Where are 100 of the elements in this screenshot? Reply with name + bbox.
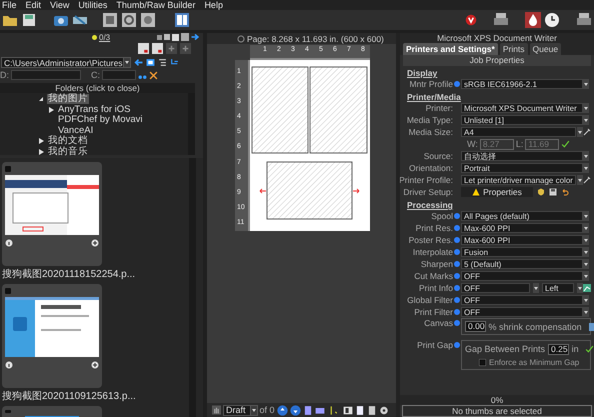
info-dot-icon xyxy=(454,213,460,219)
path-select[interactable]: C:\Users\Administrator\Pictures xyxy=(1,57,131,68)
minimum-gap-checkbox[interactable] xyxy=(479,358,486,366)
list-icon[interactable] xyxy=(158,58,167,67)
property-select[interactable]: Max-600 PPI xyxy=(461,223,583,233)
tool-icon[interactable] xyxy=(583,128,591,136)
undo-icon[interactable] xyxy=(561,188,569,196)
flame-icon[interactable] xyxy=(525,12,541,28)
property-select[interactable]: Fusion xyxy=(461,247,583,257)
status-dot-icon xyxy=(92,34,97,40)
drive-field[interactable] xyxy=(102,70,136,80)
property-select[interactable]: Let printer/driver manage color xyxy=(461,175,576,185)
folders-header[interactable]: Folders (click to close) xyxy=(0,83,195,93)
property-select[interactable]: OFF xyxy=(461,307,583,317)
property-select[interactable]: Max-600 PPI xyxy=(461,235,583,245)
thumbnail-card[interactable] xyxy=(2,284,102,388)
select-checkbox[interactable] xyxy=(5,410,11,413)
prev-page-icon[interactable] xyxy=(276,404,288,416)
document-icon[interactable] xyxy=(366,404,377,416)
screenshot-thumbnail[interactable] xyxy=(5,175,99,235)
app-icon[interactable] xyxy=(102,12,118,28)
mode-select[interactable]: Draft xyxy=(223,404,258,416)
minimum-gap-label: Enforce as Minimum Gap xyxy=(489,358,580,366)
view-large-icon[interactable] xyxy=(172,34,179,40)
tool-icon[interactable] xyxy=(583,176,591,184)
tab[interactable]: Prints xyxy=(500,43,528,55)
property-label: Printer: xyxy=(426,103,453,113)
shrink-field[interactable]: 0.00 xyxy=(465,321,486,332)
property-select[interactable]: 自动选择 xyxy=(461,151,583,161)
folder-label[interactable]: PDFChef by Movavi xyxy=(57,115,144,126)
property-select[interactable]: All Pages (default) xyxy=(461,211,583,221)
view-small-icon[interactable] xyxy=(157,34,162,40)
collapse-arrow-icon[interactable] xyxy=(38,96,44,102)
save-icon[interactable] xyxy=(549,188,557,196)
expand-arrow-icon[interactable] xyxy=(48,106,54,113)
folder-label[interactable]: VanceAI xyxy=(57,126,94,136)
panel-title: Job Properties xyxy=(403,55,591,66)
info-icon[interactable] xyxy=(5,239,13,247)
tree-icon[interactable] xyxy=(170,58,179,67)
property-select[interactable]: Portrait xyxy=(461,163,583,173)
radio-icon[interactable] xyxy=(237,34,245,42)
property-select[interactable]: Microsoft XPS Document Writer xyxy=(461,103,583,113)
position-select[interactable]: Left xyxy=(542,283,574,293)
save-icon[interactable] xyxy=(21,12,37,28)
property-label: Print Res. xyxy=(416,223,453,233)
chart-icon[interactable] xyxy=(583,284,591,292)
page-icon[interactable] xyxy=(302,404,313,416)
menu-item[interactable]: File xyxy=(2,0,17,10)
alert-badge-icon[interactable] xyxy=(465,14,477,26)
folder-label[interactable]: AnyTrans for iOS xyxy=(57,104,132,115)
thumbnail-card[interactable] xyxy=(2,162,102,266)
menu-item[interactable]: View xyxy=(50,0,70,10)
printer-icon[interactable] xyxy=(576,12,592,28)
property-select[interactable]: OFF xyxy=(461,271,583,281)
folder-label[interactable]: 我的图片 xyxy=(47,94,89,104)
spiral-icon[interactable] xyxy=(121,12,137,28)
status-message: No thumbs are selected xyxy=(402,405,592,417)
menu-item[interactable]: Help xyxy=(204,0,223,10)
printer-icon[interactable] xyxy=(493,12,509,28)
tab[interactable]: Printers and Settings* xyxy=(403,43,498,55)
folder-label[interactable]: 我的文档 xyxy=(47,136,89,146)
property-label: Print Info xyxy=(418,283,453,293)
info-dot-icon xyxy=(454,225,460,231)
property-select[interactable]: sRGB IEC61966-2.1 xyxy=(461,79,583,89)
select-checkbox[interactable] xyxy=(5,166,11,172)
arrow-right-icon[interactable] xyxy=(191,33,199,41)
check-icon[interactable] xyxy=(584,344,594,354)
folder-label[interactable]: 我的音乐 xyxy=(47,146,89,157)
select-checkbox[interactable] xyxy=(5,288,11,294)
document-icon[interactable] xyxy=(354,404,365,416)
menu-item[interactable]: Edit xyxy=(26,0,42,10)
menu-item[interactable]: Utilities xyxy=(78,0,108,10)
section-title: Display xyxy=(407,68,438,78)
property-select[interactable]: A4 xyxy=(461,127,576,137)
tab[interactable]: Queue xyxy=(530,43,562,55)
layout-icon[interactable] xyxy=(174,12,190,28)
property-label: Media Size: xyxy=(408,127,453,137)
shield-icon[interactable] xyxy=(537,188,545,196)
info-dot-icon xyxy=(454,297,460,303)
plus-icon[interactable] xyxy=(91,361,99,369)
property-select[interactable]: 5 (Default) xyxy=(461,259,583,269)
print-preview-icon[interactable] xyxy=(342,404,353,416)
back-arrow-icon[interactable] xyxy=(134,58,143,67)
menu-item[interactable]: Thumb/Raw Builder xyxy=(116,0,196,10)
check-icon[interactable] xyxy=(561,140,570,148)
plus-icon[interactable] xyxy=(91,239,99,247)
property-select[interactable]: Unlisted [1] xyxy=(461,115,583,125)
drive-field[interactable] xyxy=(11,70,81,80)
properties-button[interactable]: Properties xyxy=(461,187,533,197)
property-label: Mntr Profile xyxy=(410,79,453,89)
info-icon[interactable] xyxy=(5,361,13,369)
next-page-icon[interactable] xyxy=(290,404,301,416)
clock-icon[interactable] xyxy=(544,12,560,28)
property-select[interactable]: OFF xyxy=(461,295,583,305)
panel-icon[interactable] xyxy=(146,58,155,67)
screenshot-thumbnail[interactable] xyxy=(5,297,99,357)
property-select[interactable]: OFF xyxy=(461,283,530,293)
page-count: of 0 xyxy=(260,405,275,415)
warning-icon xyxy=(472,188,480,196)
gap-field[interactable]: 0.25 xyxy=(548,344,569,354)
